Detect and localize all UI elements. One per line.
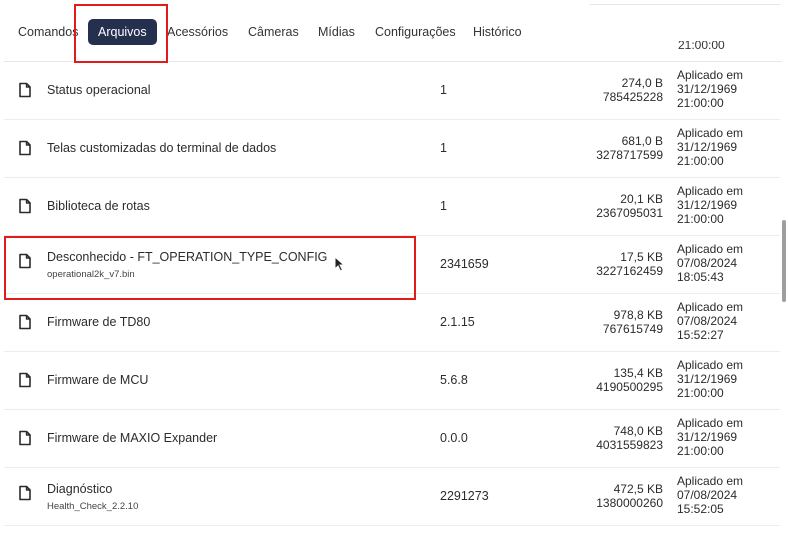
file-size: 20,1 KB 2367095031 [596, 192, 663, 220]
status-label: Aplicado em [677, 416, 744, 430]
file-size-value: 135,4 KB [613, 366, 663, 380]
file-row[interactable]: Firmware de MCU 5.6.8 135,4 KB 419050029… [4, 352, 780, 410]
status-time: 21:00:00 [677, 444, 724, 458]
row-divider [4, 525, 780, 526]
mouse-cursor-icon [334, 256, 346, 272]
file-name: Telas customizadas do terminal de dados [47, 141, 277, 155]
file-icon [19, 198, 31, 214]
status-time: 18:05:43 [677, 270, 724, 284]
file-size: 978,8 KB 767615749 [603, 308, 663, 336]
file-size: 274,0 B 785425228 [603, 76, 663, 104]
file-icon [19, 314, 31, 330]
status-date: 07/08/2024 [677, 488, 738, 502]
file-id: 3278717599 [596, 148, 663, 162]
status-label: Aplicado em [677, 68, 744, 82]
file-icon [19, 82, 31, 98]
file-size: 135,4 KB 4190500295 [596, 366, 663, 394]
file-row[interactable]: Telas customizadas do terminal de dados … [4, 120, 780, 178]
file-subname: Health_Check_2.2.10 [47, 501, 139, 512]
status-time: 21:00:00 [677, 386, 724, 400]
file-status: Aplicado em 31/12/1969 21:00:00 [677, 68, 743, 110]
file-version: 2341659 [440, 257, 489, 271]
tab-configuracoes[interactable]: Configurações [375, 19, 456, 45]
file-size: 748,0 KB 4031559823 [596, 424, 663, 452]
file-name: Firmware de MCU [47, 373, 149, 387]
file-row[interactable]: Firmware de MAXIO Expander 0.0.0 748,0 K… [4, 410, 780, 468]
file-status: Aplicado em 31/12/1969 21:00:00 [677, 126, 743, 168]
status-date: 31/12/1969 [677, 82, 738, 96]
file-id: 4031559823 [596, 438, 663, 452]
file-version: 2.1.15 [440, 315, 475, 329]
file-name: Diagnóstico [47, 482, 113, 496]
file-version: 1 [440, 83, 447, 97]
file-name: Status operacional [47, 83, 151, 97]
status-date: 31/12/1969 [677, 372, 738, 386]
status-label: Aplicado em [677, 184, 744, 198]
file-size-value: 681,0 B [621, 134, 663, 148]
tab-midias[interactable]: Mídias [318, 19, 355, 45]
top-divider [590, 4, 780, 5]
tab-historico[interactable]: Histórico [473, 19, 522, 45]
file-name: Firmware de TD80 [47, 315, 151, 329]
status-label: Aplicado em [677, 126, 744, 140]
file-size-value: 748,0 KB [613, 424, 663, 438]
file-size: 472,5 KB 1380000260 [596, 482, 663, 510]
file-version: 1 [440, 141, 447, 155]
status-date: 31/12/1969 [677, 430, 738, 444]
scrolled-row-remnant: 21:00:00 [678, 41, 725, 51]
file-version: 1 [440, 199, 447, 213]
file-icon [19, 372, 31, 388]
highlight-box-row [4, 236, 416, 300]
file-id: 785425228 [602, 90, 663, 104]
file-status: Aplicado em 07/08/2024 15:52:27 [677, 300, 743, 342]
file-size-value: 17,5 KB [620, 250, 663, 264]
file-id: 2367095031 [596, 206, 663, 220]
file-row[interactable]: Status operacional 1 274,0 B 785425228 A… [4, 62, 780, 120]
status-time: 21:00:00 [677, 96, 724, 110]
file-id: 767615749 [602, 322, 663, 336]
status-label: Aplicado em [677, 300, 744, 314]
status-date: 31/12/1969 [677, 198, 738, 212]
file-status: Aplicado em 31/12/1969 21:00:00 [677, 358, 743, 400]
file-status: Aplicado em 31/12/1969 21:00:00 [677, 184, 743, 226]
file-size-value: 20,1 KB [620, 192, 663, 206]
scrollbar-thumb[interactable] [782, 220, 786, 302]
file-version: 2291273 [440, 489, 489, 503]
file-size: 681,0 B 3278717599 [596, 134, 663, 162]
status-date: 07/08/2024 [677, 256, 738, 270]
tab-acessorios[interactable]: Acessórios [167, 19, 228, 45]
file-row[interactable]: Firmware de TD80 2.1.15 978,8 KB 7676157… [4, 294, 780, 352]
file-id: 4190500295 [596, 380, 663, 394]
file-icon [19, 430, 31, 446]
file-id: 3227162459 [596, 264, 663, 278]
status-time: 21:00:00 [677, 212, 724, 226]
status-label: Aplicado em [677, 474, 744, 488]
file-status: Aplicado em 07/08/2024 18:05:43 [677, 242, 743, 284]
file-size-value: 978,8 KB [613, 308, 663, 322]
file-icon [19, 485, 31, 501]
status-time: 15:52:05 [677, 502, 724, 516]
file-version: 0.0.0 [440, 431, 468, 445]
status-date: 07/08/2024 [677, 314, 738, 328]
file-size-value: 274,0 B [621, 76, 663, 90]
file-version: 5.6.8 [440, 373, 468, 387]
status-time: 15:52:27 [677, 328, 724, 342]
file-row[interactable]: Diagnóstico Health_Check_2.2.10 2291273 … [4, 468, 780, 526]
file-status: Aplicado em 31/12/1969 21:00:00 [677, 416, 743, 458]
file-status: Aplicado em 07/08/2024 15:52:05 [677, 474, 743, 516]
status-label: Aplicado em [677, 242, 744, 256]
tab-comandos[interactable]: Comandos [18, 19, 78, 45]
file-size: 17,5 KB 3227162459 [596, 250, 663, 278]
file-name: Firmware de MAXIO Expander [47, 431, 218, 445]
tab-cameras[interactable]: Câmeras [248, 19, 299, 45]
file-name: Biblioteca de rotas [47, 199, 150, 213]
file-icon [19, 140, 31, 156]
file-id: 1380000260 [596, 496, 663, 510]
file-size-value: 472,5 KB [613, 482, 663, 496]
file-row[interactable]: Biblioteca de rotas 1 20,1 KB 2367095031… [4, 178, 780, 236]
status-label: Aplicado em [677, 358, 744, 372]
highlight-box-tab [74, 4, 168, 63]
status-time: 21:00:00 [677, 154, 724, 168]
status-date: 31/12/1969 [677, 140, 738, 154]
